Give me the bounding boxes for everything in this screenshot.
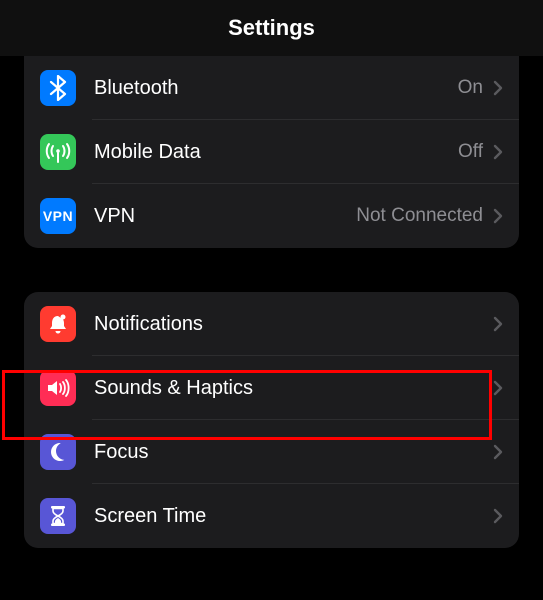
vpn-icon: VPN [40, 198, 76, 234]
row-label: Notifications [94, 313, 493, 336]
bluetooth-icon [40, 70, 76, 106]
settings-group-general: Notifications Sounds & Haptics Focus [24, 292, 519, 548]
row-value: On [458, 77, 483, 99]
chevron-right-icon [493, 380, 503, 396]
row-label: Focus [94, 441, 493, 464]
row-screen-time[interactable]: Screen Time [24, 484, 519, 548]
chevron-right-icon [493, 144, 503, 160]
row-mobile-data[interactable]: Mobile Data Off [24, 120, 519, 184]
content: Bluetooth On Mobile Data Off VPN VPN Not… [0, 56, 543, 548]
row-label: Bluetooth [94, 77, 458, 100]
row-label: VPN [94, 205, 356, 228]
row-value: Not Connected [356, 205, 483, 227]
settings-group-connectivity: Bluetooth On Mobile Data Off VPN VPN Not… [24, 56, 519, 248]
page-title: Settings [228, 15, 315, 41]
row-label: Screen Time [94, 505, 493, 528]
speaker-icon [40, 370, 76, 406]
row-focus[interactable]: Focus [24, 420, 519, 484]
hourglass-icon [40, 498, 76, 534]
row-notifications[interactable]: Notifications [24, 292, 519, 356]
row-value: Off [458, 141, 483, 163]
antenna-icon [40, 134, 76, 170]
moon-icon [40, 434, 76, 470]
header: Settings [0, 0, 543, 56]
row-sounds-haptics[interactable]: Sounds & Haptics [24, 356, 519, 420]
chevron-right-icon [493, 208, 503, 224]
chevron-right-icon [493, 80, 503, 96]
chevron-right-icon [493, 316, 503, 332]
row-bluetooth[interactable]: Bluetooth On [24, 56, 519, 120]
row-vpn[interactable]: VPN VPN Not Connected [24, 184, 519, 248]
bell-icon [40, 306, 76, 342]
chevron-right-icon [493, 444, 503, 460]
row-label: Mobile Data [94, 141, 458, 164]
row-label: Sounds & Haptics [94, 377, 493, 400]
chevron-right-icon [493, 508, 503, 524]
